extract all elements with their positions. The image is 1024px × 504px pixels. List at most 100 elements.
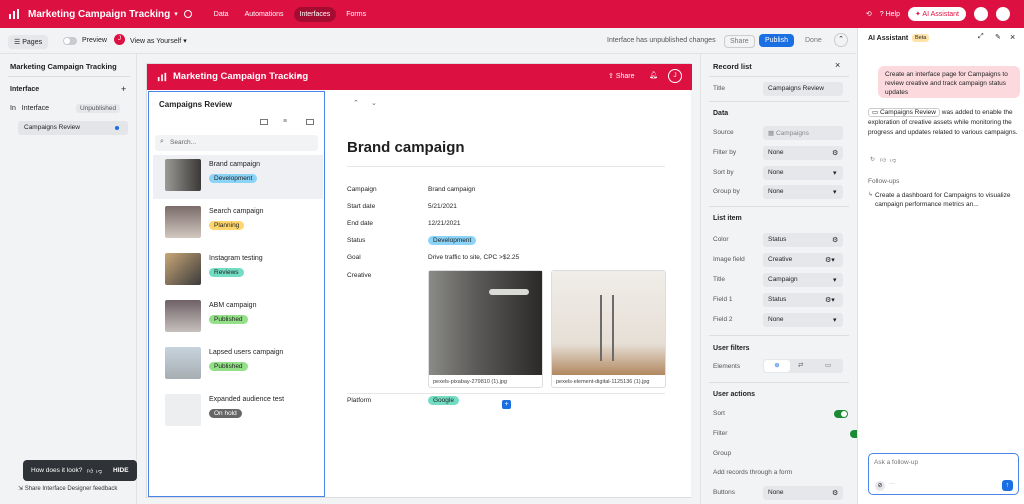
close-icon[interactable]: × [835, 60, 840, 70]
history-icon[interactable]: ⟲ [866, 10, 872, 18]
list-item[interactable]: Lapsed users campaign Published [153, 343, 323, 387]
add-record-icon[interactable] [260, 119, 268, 125]
record-list-pane[interactable]: Campaigns Review ≡ ⌕ Search... Brand cam… [148, 91, 325, 497]
info-icon[interactable] [183, 10, 192, 18]
field-value[interactable]: 12/21/2021 [428, 220, 461, 227]
title-field-select[interactable]: Campaign [763, 273, 843, 287]
field-value[interactable]: Brand campaign [428, 186, 475, 193]
share-interface-button[interactable]: ⇪ Share [608, 72, 635, 80]
ai-assistant-button[interactable]: ✦ AI Assistant [907, 7, 966, 21]
hide-button[interactable]: HIDE [113, 467, 129, 474]
list-item[interactable]: Expanded audience test On hold [153, 390, 323, 434]
share-button[interactable]: Share [724, 35, 755, 48]
elements-option-two-icon[interactable]: ⇄ [798, 361, 803, 369]
status-tag: Development [209, 174, 258, 183]
gear-icon[interactable]: ⚙ [832, 236, 838, 244]
record-thumbnail [165, 347, 201, 379]
status-tag[interactable]: Development [428, 236, 477, 245]
elements-option-one-icon[interactable]: ⊕ [764, 360, 790, 372]
field-value[interactable]: 5/21/2021 [428, 203, 457, 210]
chevron-down-icon[interactable]: ⌄ [371, 99, 377, 107]
base-title[interactable]: Marketing Campaign Tracking [28, 9, 170, 20]
thumbs-up-icon[interactable]: 👍︎ [87, 467, 93, 475]
search-icon: ⌕ [160, 138, 164, 145]
page-item-campaigns-review[interactable]: Campaigns Review [18, 121, 128, 135]
interface-title[interactable]: Marketing Campaign Tracking [173, 71, 308, 82]
done-button[interactable]: Done [800, 35, 827, 46]
field-value[interactable]: Drive traffic to site, CPC >$2.25 [428, 254, 519, 261]
help-button[interactable]: ? Help [880, 11, 900, 18]
table-icon: ▦ [768, 130, 775, 137]
list-item[interactable]: ABM campaign Published [153, 296, 323, 340]
preview-toggle[interactable] [63, 37, 77, 45]
list-item[interactable]: Instagram testing Reviews [153, 249, 323, 293]
chevron-down-icon[interactable]: ▾ [833, 276, 837, 284]
list-item[interactable]: Search campaign Planning [153, 202, 323, 246]
thumbs-down-icon[interactable]: 👎︎ [96, 467, 102, 475]
notifications-icon[interactable] [974, 7, 988, 21]
field-label: Status [347, 237, 366, 244]
attachment-card[interactable]: pexels-pixabay-279810 (1).jpg [428, 270, 543, 388]
close-icon[interactable]: × [1010, 32, 1015, 42]
color-select[interactable]: Status [763, 233, 843, 247]
pages-button[interactable]: ☰ Pages [8, 35, 49, 49]
platform-tag[interactable]: Google [428, 396, 459, 405]
field-label: End date [347, 220, 374, 227]
user-avatar[interactable] [996, 7, 1010, 21]
followup-suggestion[interactable]: ↳ Create a dashboard for Campaigns to vi… [866, 188, 1018, 212]
group-select[interactable]: None [763, 185, 843, 199]
chevron-down-icon[interactable]: ▾ [174, 10, 178, 18]
chevron-down-icon[interactable]: ▾ [833, 316, 837, 324]
more-icon[interactable]: ··· [889, 481, 895, 487]
elements-segmented-control[interactable]: ⊕ ⇄ ▭ [763, 359, 843, 373]
thumbs-up-icon[interactable]: 👍︎ [880, 156, 886, 164]
retry-icon[interactable]: ↻ [870, 156, 875, 163]
attachment-card[interactable]: pexels-element-digital-1125136 (1).jpg [551, 270, 666, 388]
send-icon[interactable]: ↑ [1002, 480, 1013, 491]
edit-icon[interactable]: ✎ [995, 33, 1001, 41]
nav-automations[interactable]: Automations [239, 7, 290, 22]
ask-followup-input[interactable]: Ask a follow-up ⊘ ··· ↑ [868, 453, 1019, 495]
sort-select[interactable]: None [763, 166, 843, 180]
field-label: Start date [347, 203, 376, 210]
collapse-icon[interactable]: ⌃ [834, 33, 848, 47]
group-toggle-label: Group [713, 450, 732, 457]
elements-option-three-icon[interactable]: ▭ [825, 361, 831, 369]
nav-data[interactable]: Data [208, 7, 235, 22]
interface-chip[interactable]: ▭ Campaigns Review [868, 108, 940, 117]
add-page-icon[interactable]: + [121, 84, 126, 94]
source-select[interactable]: ▦ Campaigns [763, 126, 843, 140]
chevron-down-icon[interactable]: ▾ [297, 72, 301, 80]
interface-item[interactable]: In Interface [10, 105, 49, 112]
expand-icon[interactable]: ⤢ [978, 33, 984, 41]
search-input[interactable]: ⌕ Search... [155, 135, 318, 151]
interface-avatar[interactable]: J [668, 69, 682, 83]
gear-icon[interactable]: ⚙ [832, 149, 838, 157]
buttons-select[interactable]: None [763, 486, 843, 500]
nav-forms[interactable]: Forms [340, 7, 372, 22]
nav-interfaces[interactable]: Interfaces [293, 6, 337, 22]
field2-select[interactable]: None [763, 313, 843, 327]
layout-icon[interactable] [306, 119, 314, 125]
chevron-down-icon[interactable]: ▾ [833, 169, 837, 177]
attach-icon[interactable]: ⊘ [875, 481, 885, 491]
sort-toggle[interactable] [834, 410, 848, 418]
gear-icon[interactable]: ⚙ [832, 489, 838, 497]
top-bar: Marketing Campaign Tracking ▾ Data Autom… [0, 0, 1024, 28]
settings-chevron-icon[interactable]: ⚙▾ [825, 296, 835, 304]
chevron-down-icon[interactable]: ▾ [833, 188, 837, 196]
filter-select[interactable]: None [763, 146, 843, 160]
filter-icon[interactable]: ≡ [283, 118, 287, 125]
list-item[interactable]: Brand campaign Development [153, 155, 323, 199]
chevron-up-icon[interactable]: ⌃ [353, 99, 359, 107]
publish-button[interactable]: Publish [759, 34, 794, 47]
feedback-link[interactable]: ⇲ Share Interface Designer feedback [18, 485, 117, 492]
title-field[interactable]: Campaigns Review [763, 82, 843, 96]
add-element-icon[interactable]: + [502, 400, 511, 409]
settings-chevron-icon[interactable]: ⚙▾ [825, 256, 835, 264]
record-thumbnail [165, 394, 201, 426]
app-logo-icon[interactable] [8, 8, 20, 20]
bell-icon[interactable]: 🔔︎ [649, 71, 658, 79]
thumbs-down-icon[interactable]: 👎︎ [890, 156, 896, 164]
view-as-dropdown[interactable]: View as Yourself ▾ [130, 37, 187, 45]
